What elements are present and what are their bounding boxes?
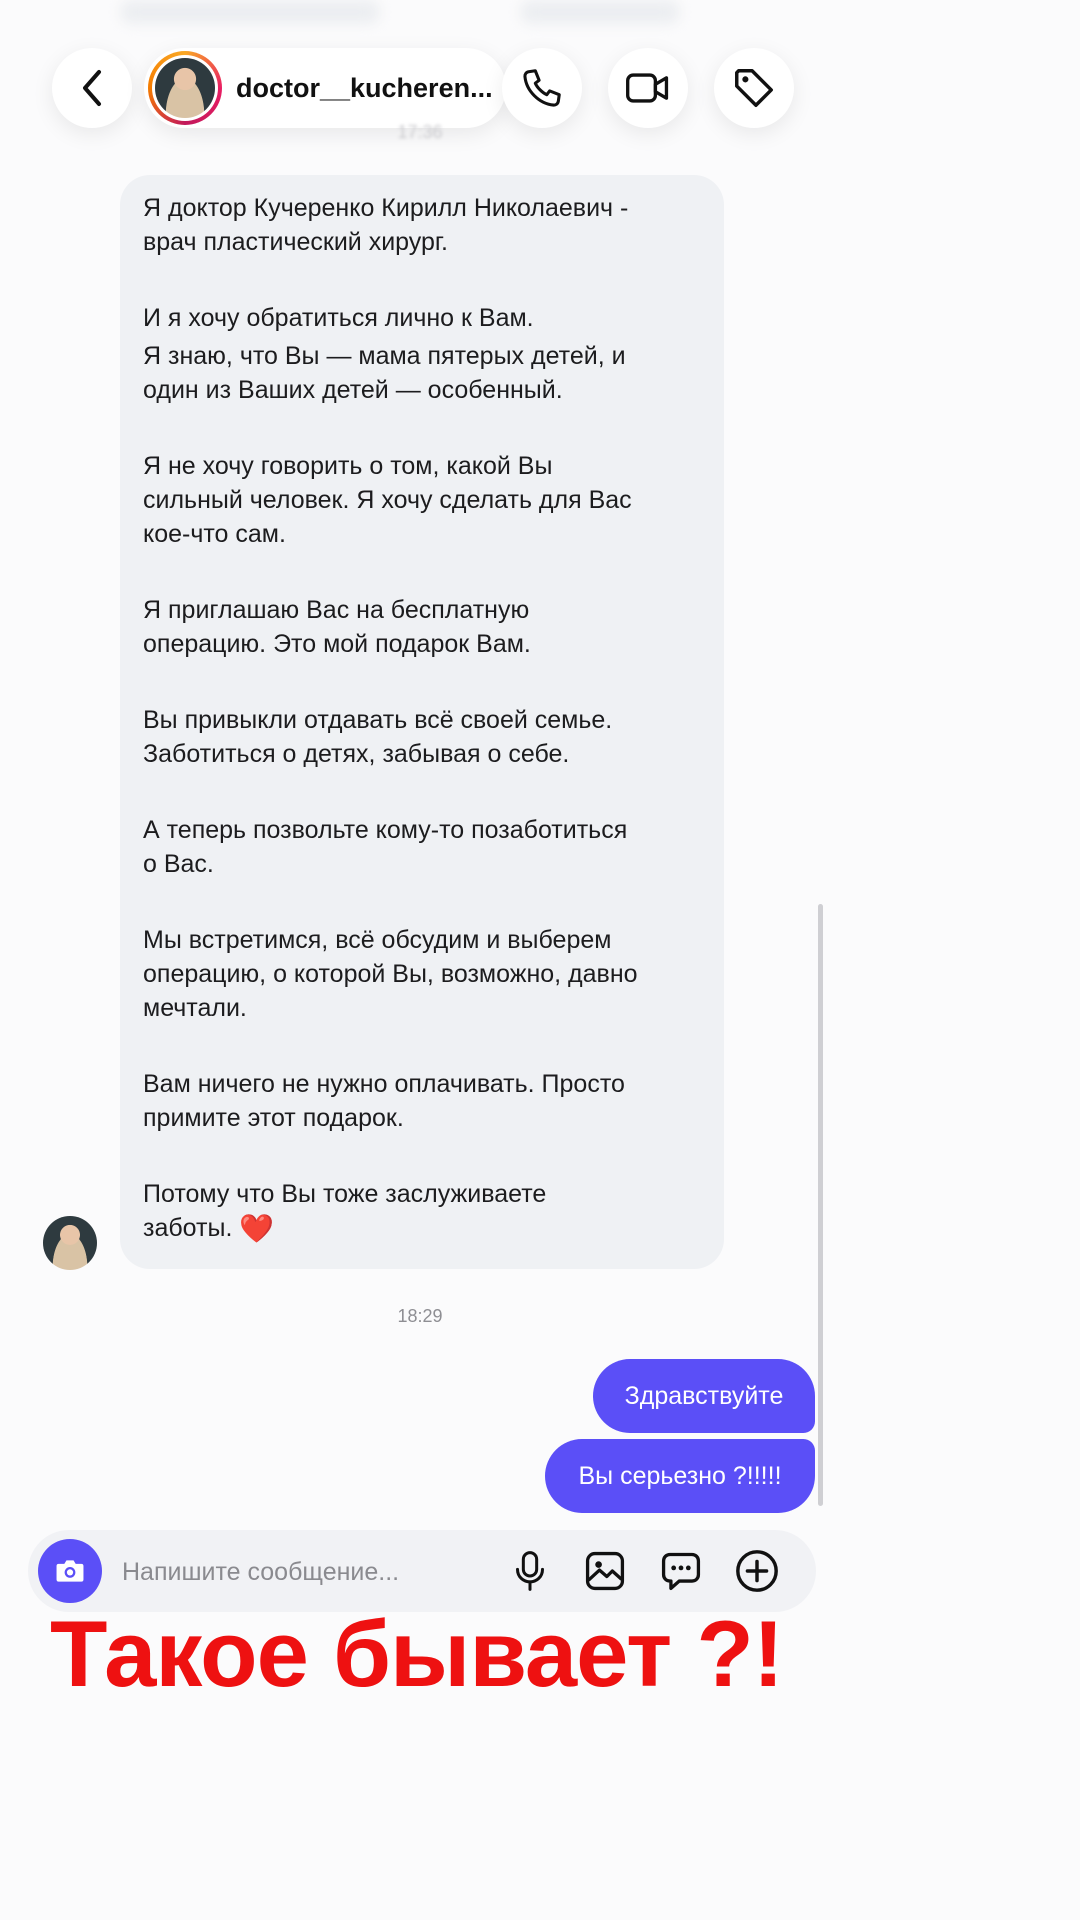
back-button[interactable] (52, 48, 132, 128)
outgoing-message-text: Вы серьезно ?!!!!! (578, 1461, 782, 1490)
scrollbar[interactable] (818, 904, 823, 1506)
outgoing-message-text: Здравствуйте (624, 1381, 784, 1410)
tag-button[interactable] (714, 48, 794, 128)
add-button[interactable] (733, 1547, 781, 1595)
sticker-button[interactable] (657, 1547, 705, 1595)
message-paragraph-text: Потому что Вы тоже заслуживаете заботы. (143, 1180, 547, 1242)
tag-icon (735, 69, 773, 107)
outgoing-message-bubble[interactable]: Вы серьезно ?!!!!! (545, 1439, 815, 1513)
blurred-top-remnant (120, 0, 380, 24)
message-paragraph: Мы встретимся, всё обсудим и выберем опе… (143, 926, 638, 1022)
microphone-button[interactable] (506, 1547, 554, 1595)
camera-button[interactable] (38, 1539, 102, 1603)
avatar-photo (155, 58, 215, 118)
camera-icon (56, 1560, 84, 1582)
message-paragraph: Я доктор Кучеренко Кирилл Николаевич - в… (143, 194, 629, 256)
message-timestamp: 18:29 (397, 1306, 443, 1326)
chat-user-header[interactable]: doctor__kucheren... (144, 48, 506, 128)
message-input[interactable] (120, 1552, 424, 1592)
plus-circle-icon (736, 1550, 778, 1592)
message-paragraph: Вы привыкли отдавать всё своей семье. За… (143, 706, 613, 768)
message-paragraph: А теперь позвольте кому-то позаботиться … (143, 816, 628, 878)
overlay-caption: Такое бывает ?! (50, 1601, 784, 1706)
message-paragraph: Вам ничего не нужно оплачивать. Просто п… (143, 1070, 625, 1132)
chevron-left-icon (83, 70, 101, 106)
message-paragraph: Я знаю, что Вы — мама пятерых детей, и о… (143, 342, 626, 404)
incoming-message-bubble[interactable]: Я доктор Кучеренко Кирилл Николаевич - в… (120, 175, 724, 1269)
message-paragraph-last: Потому что Вы тоже заслуживаете заботы. … (143, 1177, 700, 1245)
timestamp-top: 17:36 (397, 122, 443, 142)
phone-icon (523, 69, 561, 107)
chat-bubble-icon (661, 1552, 701, 1591)
video-call-button[interactable] (608, 48, 688, 128)
message-paragraph: Я не хочу говорить о том, какой Вы сильн… (143, 452, 632, 548)
heart-icon: ❤️ (239, 1213, 275, 1244)
avatar[interactable] (148, 51, 222, 125)
outgoing-message-bubble[interactable]: Здравствуйте (593, 1359, 815, 1433)
gallery-button[interactable] (581, 1547, 629, 1595)
chat-username[interactable]: doctor__kucheren... (236, 73, 498, 104)
video-camera-icon (626, 73, 669, 103)
message-paragraph: Я приглашаю Вас на бесплатную операцию. … (143, 596, 531, 658)
voice-call-button[interactable] (502, 48, 582, 128)
microphone-icon (516, 1551, 544, 1591)
sender-avatar[interactable] (43, 1216, 97, 1270)
blurred-top-remnant (520, 0, 680, 24)
message-paragraph: И я хочу обратиться лично к Вам. (143, 304, 534, 332)
image-icon (585, 1551, 625, 1591)
